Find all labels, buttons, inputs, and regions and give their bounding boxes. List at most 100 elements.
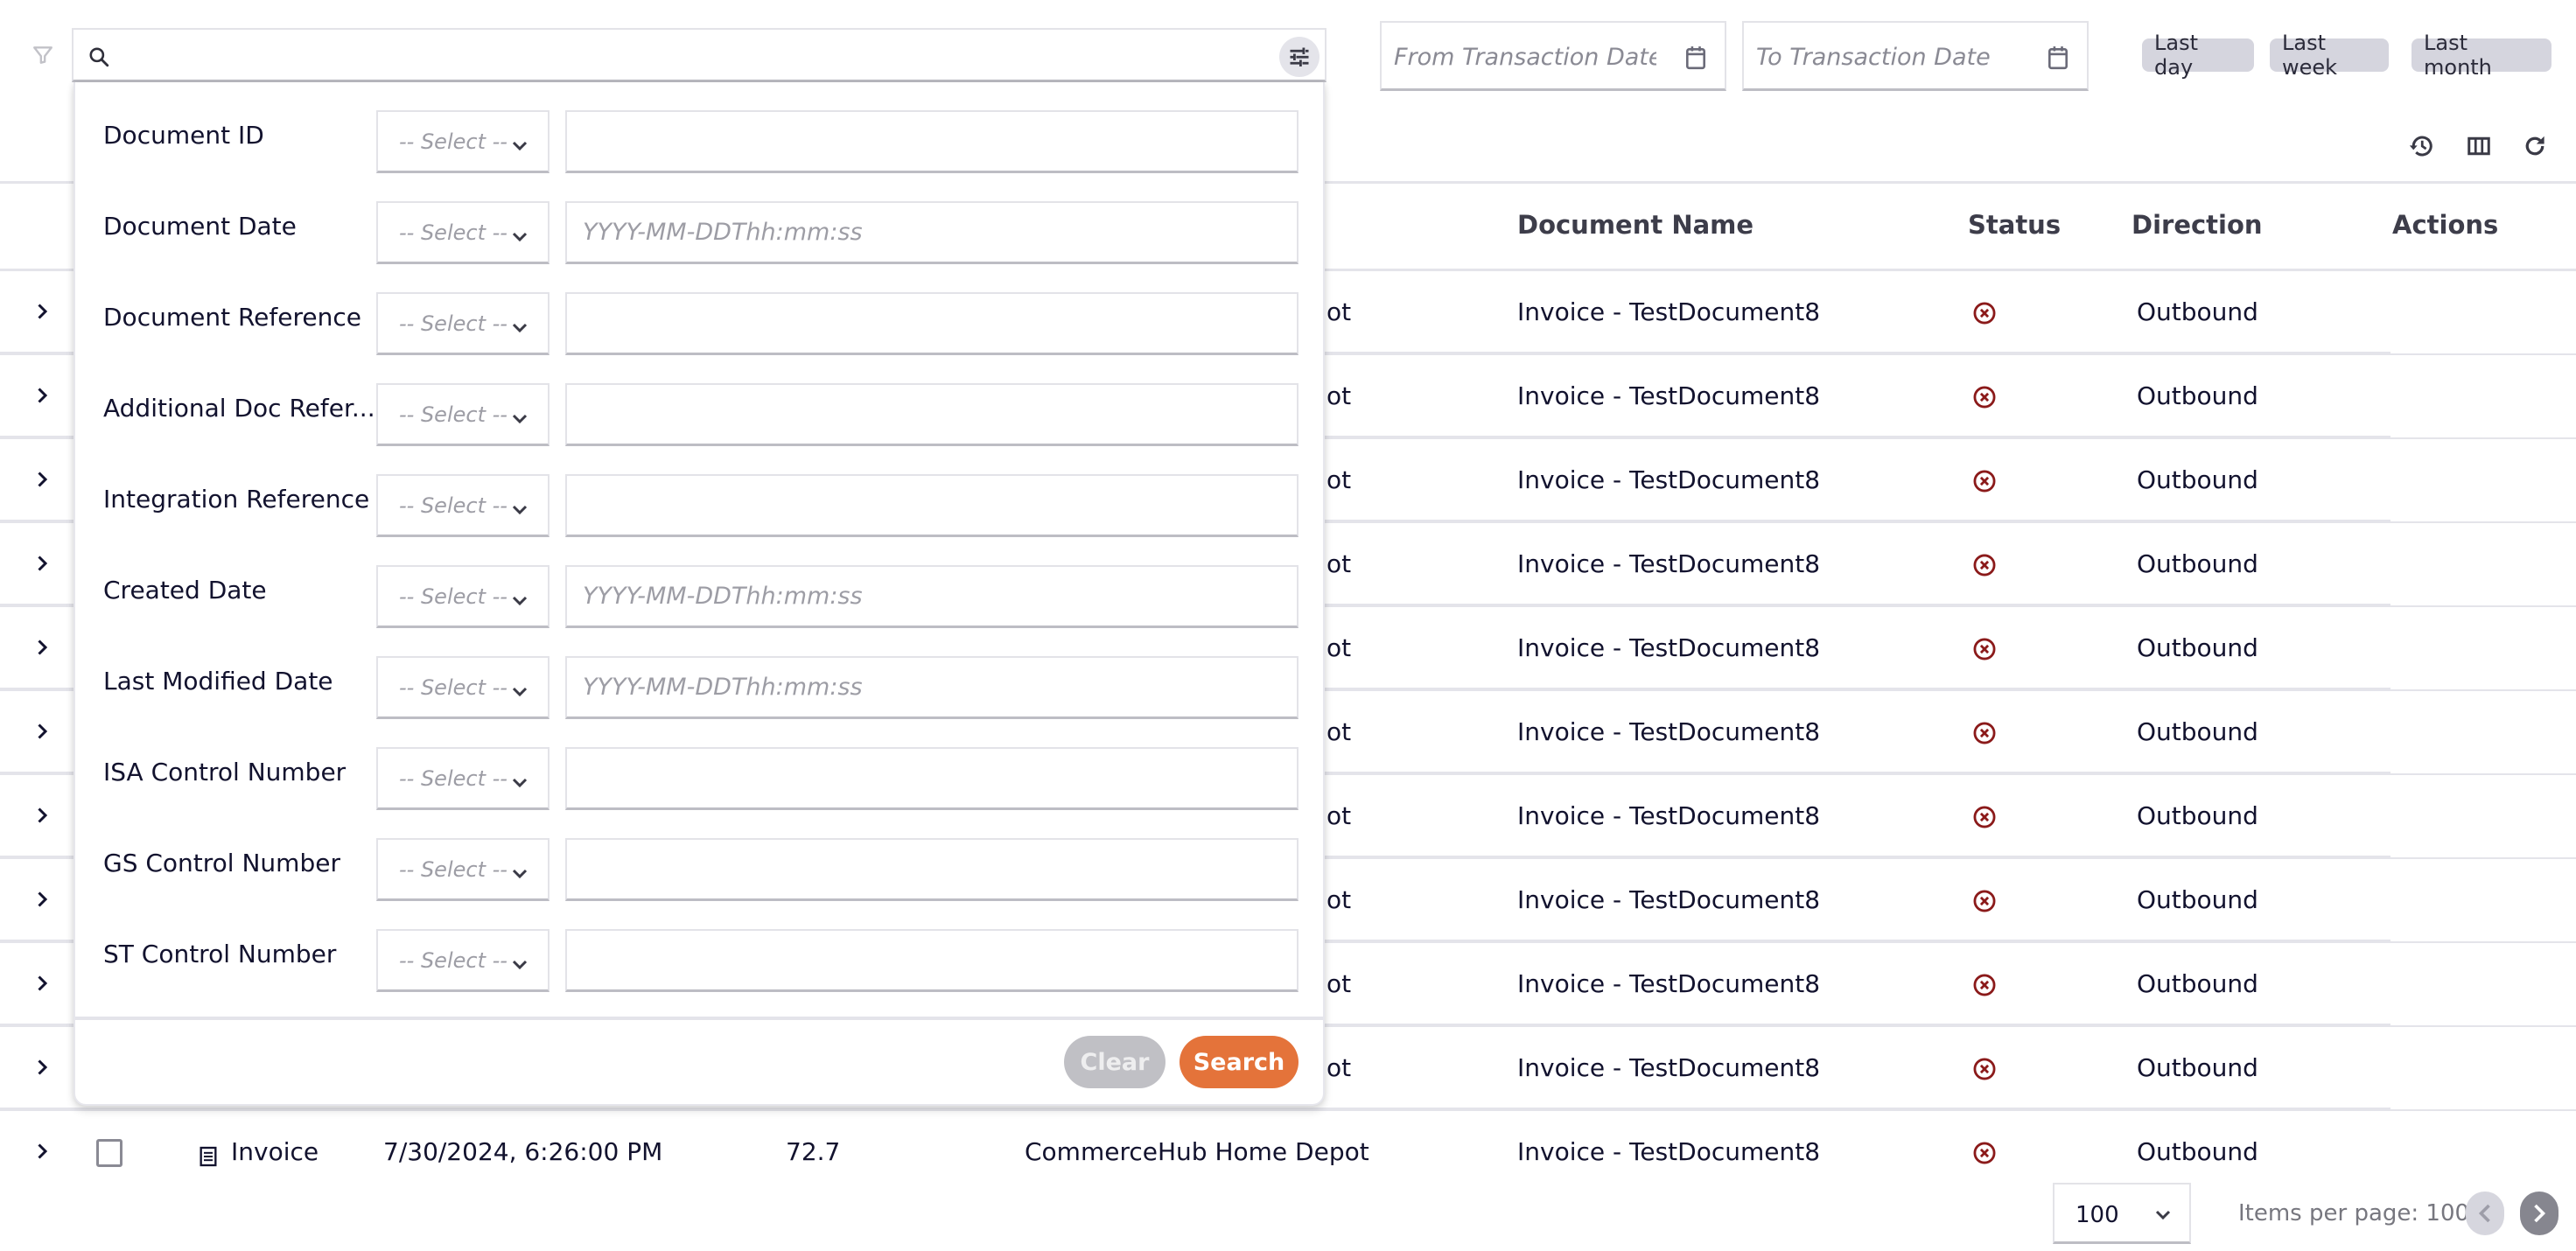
operator-select[interactable]: -- Select -- (376, 201, 550, 264)
direction-cell: Outbound (2137, 717, 2258, 746)
last-month-button[interactable]: Last month (2412, 31, 2552, 80)
chevron-right-icon[interactable] (35, 301, 51, 322)
search-field-row-document-id: Document ID -- Select -- (75, 110, 1323, 173)
partner-cell: ot (1326, 297, 1352, 326)
field-label: Integration Reference (103, 485, 370, 514)
partner-cell: ot (1326, 381, 1352, 410)
to-transaction-date-input[interactable] (1756, 35, 2019, 79)
filter-icon[interactable] (32, 44, 54, 66)
direction-cell: Outbound (2137, 465, 2258, 494)
operator-select[interactable]: -- Select -- (376, 474, 550, 537)
search-field-row-last-modified-date: Last Modified Date -- Select -- (75, 656, 1323, 719)
field-label: Document Date (103, 212, 297, 241)
document-name-cell: Invoice - TestDocument8 (1517, 633, 1821, 662)
chevron-right-icon[interactable] (35, 1057, 51, 1078)
operator-select[interactable]: -- Select -- (376, 565, 550, 628)
value-input[interactable] (567, 840, 1297, 898)
chevron-right-icon[interactable] (35, 637, 51, 658)
search-button[interactable]: Search (1180, 1036, 1298, 1088)
from-transaction-date-input[interactable] (1394, 35, 1656, 79)
operator-select[interactable]: -- Select -- (376, 929, 550, 992)
operator-select-placeholder: -- Select -- (399, 584, 508, 609)
operator-select-placeholder: -- Select -- (399, 129, 508, 154)
chevron-down-icon (512, 778, 528, 788)
tune-icon (1290, 47, 1309, 66)
next-page-button[interactable] (2520, 1192, 2558, 1235)
chevron-down-icon (512, 960, 528, 970)
last-day-button[interactable]: Last day (2142, 31, 2254, 80)
operator-select[interactable]: -- Select -- (376, 383, 550, 446)
direction-cell: Outbound (2137, 297, 2258, 326)
value-field (565, 565, 1298, 628)
field-label: Document Reference (103, 303, 361, 332)
search-field-row-document-date: Document Date -- Select -- (75, 201, 1323, 264)
search-input[interactable] (122, 35, 1260, 75)
advanced-search-panel: Document ID -- Select -- Document Date -- S… (74, 82, 1325, 1106)
search-field-row-created-date: Created Date -- Select -- (75, 565, 1323, 628)
field-label: GS Control Number (103, 849, 340, 877)
error-circle-icon (1973, 1142, 1996, 1164)
page-size-select[interactable]: 100 (2053, 1183, 2191, 1244)
document-name-cell: Invoice - TestDocument8 (1517, 969, 1821, 998)
operator-select[interactable]: -- Select -- (376, 292, 550, 355)
field-label: Additional Doc Refer... (103, 394, 375, 423)
document-name-cell: Invoice - TestDocument8 (1517, 465, 1821, 494)
partner-cell: ot (1326, 465, 1352, 494)
value-input[interactable] (567, 476, 1297, 535)
refresh-icon[interactable] (2522, 133, 2548, 159)
operator-select[interactable]: -- Select -- (376, 838, 550, 901)
direction-cell: Outbound (2137, 1053, 2258, 1082)
document-name-cell: Invoice - TestDocument8 (1517, 549, 1821, 578)
calendar-icon[interactable] (1684, 45, 1707, 70)
document-name-cell: Invoice - TestDocument8 (1517, 1053, 1821, 1082)
columns-icon[interactable] (2466, 133, 2492, 159)
field-label: Last Modified Date (103, 667, 333, 695)
document-icon (200, 1146, 217, 1167)
value-input[interactable] (567, 385, 1297, 444)
value-input[interactable] (567, 294, 1297, 353)
chevron-right-icon[interactable] (35, 469, 51, 490)
clear-button[interactable]: Clear (1064, 1036, 1166, 1088)
error-circle-icon (1973, 302, 1996, 325)
operator-select[interactable]: -- Select -- (376, 110, 550, 173)
value-field (565, 838, 1298, 901)
chevron-left-icon (2478, 1204, 2490, 1223)
document-name-cell: Invoice - TestDocument8 (1517, 801, 1821, 830)
value-field (565, 929, 1298, 992)
error-circle-icon (1973, 890, 1996, 912)
row-checkbox[interactable] (96, 1139, 122, 1167)
partner-cell: ot (1326, 717, 1352, 746)
previous-page-button[interactable] (2466, 1192, 2504, 1235)
value-input[interactable] (567, 567, 1297, 626)
chevron-right-icon[interactable] (35, 721, 51, 742)
history-icon[interactable] (2408, 133, 2434, 159)
from-transaction-date-field (1380, 21, 1726, 91)
chevron-right-icon[interactable] (35, 973, 51, 994)
operator-select-placeholder: -- Select -- (399, 311, 508, 336)
error-circle-icon (1973, 806, 1996, 828)
value-input[interactable] (567, 112, 1297, 171)
operator-select-placeholder: -- Select -- (399, 402, 508, 427)
operator-select[interactable]: -- Select -- (376, 747, 550, 810)
advanced-search-toggle-button[interactable] (1279, 37, 1320, 77)
calendar-icon[interactable] (2047, 45, 2069, 70)
value-input[interactable] (567, 203, 1297, 262)
chevron-right-icon[interactable] (35, 1141, 51, 1162)
chevron-down-icon (512, 869, 528, 879)
value-input[interactable] (567, 931, 1297, 989)
chevron-right-icon[interactable] (35, 805, 51, 826)
value-input[interactable] (567, 749, 1297, 807)
chevron-right-icon[interactable] (35, 889, 51, 910)
document-name-cell: Invoice - TestDocument8 (1517, 297, 1821, 326)
operator-select[interactable]: -- Select -- (376, 656, 550, 719)
chevron-right-icon[interactable] (35, 553, 51, 574)
direction-cell: Outbound (2137, 969, 2258, 998)
operator-select-placeholder: -- Select -- (399, 948, 508, 973)
chevron-right-icon[interactable] (35, 385, 51, 406)
direction-cell: Outbound (2137, 1137, 2258, 1166)
document-name-cell: Invoice - TestDocument8 (1517, 717, 1821, 746)
value-input[interactable] (567, 658, 1297, 716)
operator-select-placeholder: -- Select -- (399, 857, 508, 882)
operator-select-placeholder: -- Select -- (399, 675, 508, 700)
last-week-button[interactable]: Last week (2270, 31, 2389, 80)
